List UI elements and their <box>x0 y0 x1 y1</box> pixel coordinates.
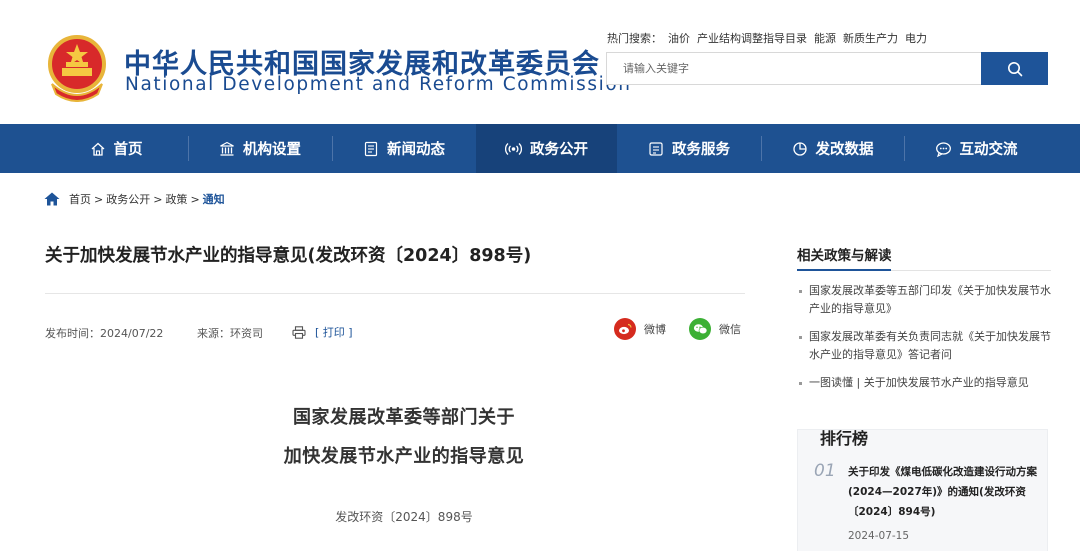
search-icon <box>1007 61 1022 76</box>
related-title: 相关政策与解读 <box>797 248 892 264</box>
title-divider <box>45 293 745 294</box>
breadcrumb-current[interactable]: 通知 <box>203 191 225 207</box>
pie-chart-icon <box>792 141 808 157</box>
hot-search-link[interactable]: 新质生产力 <box>843 32 898 45</box>
print-label: [ 打印 ] <box>315 326 353 339</box>
nav-item-label: 机构设置 <box>243 142 301 158</box>
nav-item-data[interactable]: 发改数据 <box>761 124 904 173</box>
site-title-en[interactable]: National Development and Reform Commissi… <box>125 74 632 95</box>
printer-icon <box>292 325 306 339</box>
search-input[interactable] <box>607 53 981 84</box>
print-button[interactable]: [ 打印 ] <box>292 324 353 340</box>
nav-item-label: 新闻动态 <box>387 142 445 158</box>
document-heading-line2: 加快发展节水产业的指导意见 <box>283 446 525 467</box>
article-source: 来源：环资司 <box>197 327 263 340</box>
share-weibo-button[interactable]: 微博 <box>614 318 666 340</box>
document-heading-line1: 国家发展改革委等部门关于 <box>293 407 515 428</box>
breadcrumb-link-home[interactable]: 首页 <box>69 191 91 207</box>
nav-item-organization[interactable]: 机构设置 <box>188 124 332 173</box>
breadcrumb-link-affairs[interactable]: 政务公开 <box>106 191 150 207</box>
ranking-item-link[interactable]: 关于印发《煤电低碳化改造建设行动方案(2024—2027年)》的通知(发改环资〔… <box>848 462 1038 522</box>
nav-item-home[interactable]: 首页 <box>44 124 188 173</box>
share-wechat-button[interactable]: 微信 <box>689 318 741 340</box>
weibo-icon <box>614 318 636 340</box>
search-box <box>606 52 981 85</box>
breadcrumb: 首页 > 政务公开 > 政策 > 通知 <box>44 191 225 207</box>
site-header: 中华人民共和国国家发展和改革委员会 National Development a… <box>0 0 1080 124</box>
nav-item-services[interactable]: 政务服务 <box>617 124 761 173</box>
nav-item-government-affairs[interactable]: 政务公开 <box>476 124 617 173</box>
home-icon[interactable] <box>44 192 60 206</box>
national-emblem-icon[interactable] <box>44 34 110 102</box>
news-icon <box>363 141 379 157</box>
nav-item-news[interactable]: 新闻动态 <box>332 124 476 173</box>
related-divider-accent <box>797 269 891 271</box>
hot-search: 热门搜索： 油价 产业结构调整指导目录 能源 新质生产力 电力 <box>607 30 934 46</box>
breadcrumb-separator: > <box>190 192 200 206</box>
home-icon <box>90 141 106 157</box>
wechat-label: 微信 <box>719 323 741 336</box>
document-number: 发改环资〔2024〕898号 <box>335 510 473 524</box>
hot-search-link[interactable]: 电力 <box>905 32 927 45</box>
weibo-label: 微博 <box>644 323 666 336</box>
ranking-title: 排行榜 <box>820 429 869 448</box>
ranking-number: 01 <box>814 461 836 481</box>
hot-search-label: 热门搜索： <box>607 32 662 45</box>
nav-item-label: 互动交流 <box>959 142 1018 158</box>
main-nav: 首页 机构设置 新闻动态 政务公开 政务服务 发改数据 互动交流 <box>0 124 1080 173</box>
breadcrumb-link-policy[interactable]: 政策 <box>165 191 187 207</box>
ranking-item-date: 2024-07-15 <box>848 530 910 542</box>
hot-search-link[interactable]: 油价 <box>668 32 690 45</box>
nav-item-label: 政务服务 <box>672 142 730 158</box>
wechat-icon <box>689 318 711 340</box>
nav-item-label: 发改数据 <box>815 142 874 158</box>
nav-item-label: 首页 <box>113 142 143 158</box>
service-icon <box>648 141 664 157</box>
hot-search-link[interactable]: 能源 <box>814 32 836 45</box>
search-button[interactable] <box>981 52 1048 85</box>
broadcast-icon <box>505 141 522 157</box>
related-item[interactable]: 一图读懂 | 关于加快发展节水产业的指导意见 <box>797 374 1051 392</box>
breadcrumb-separator: > <box>94 192 104 206</box>
related-item[interactable]: 国家发展改革委有关负责同志就《关于加快发展节水产业的指导意见》答记者问 <box>797 328 1051 364</box>
breadcrumb-separator: > <box>153 192 163 206</box>
related-item[interactable]: 国家发展改革委等五部门印发《关于加快发展节水产业的指导意见》 <box>797 282 1051 318</box>
article-title: 关于加快发展节水产业的指导意见(发改环资〔2024〕898号) <box>45 246 532 266</box>
chat-icon <box>935 141 952 157</box>
building-icon <box>219 141 235 157</box>
publish-time: 发布时间：2024/07/22 <box>45 327 164 340</box>
hot-search-link[interactable]: 产业结构调整指导目录 <box>697 32 807 45</box>
nav-item-label: 政务公开 <box>530 142 588 158</box>
nav-item-interaction[interactable]: 互动交流 <box>904 124 1048 173</box>
